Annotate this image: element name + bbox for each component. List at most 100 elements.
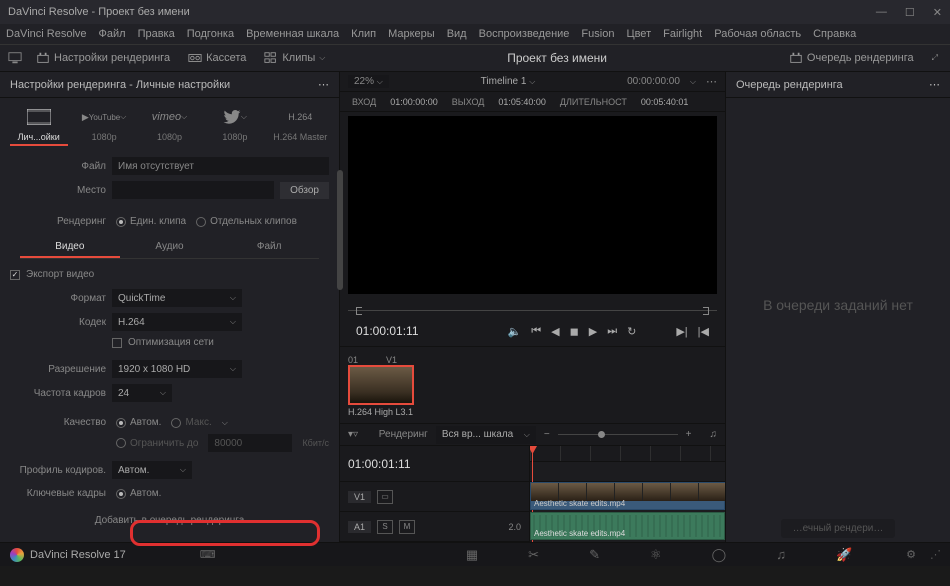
minimize-button[interactable]: — xyxy=(876,6,887,19)
codec-select[interactable]: H.264⌵ xyxy=(112,313,242,331)
zoom-plus-icon[interactable]: + xyxy=(686,429,692,440)
format-select[interactable]: QuickTime⌵ xyxy=(112,289,242,307)
keyframes-auto-radio[interactable]: Автом. xyxy=(116,488,161,499)
start-render-button[interactable]: …ечный рендери… xyxy=(781,519,896,538)
stop-button[interactable]: ◼ xyxy=(570,325,579,338)
menu-file[interactable]: Файл xyxy=(99,28,126,40)
menu-app[interactable]: DaVinci Resolve xyxy=(6,28,87,40)
media-page-icon[interactable]: ▦ xyxy=(466,547,478,563)
netopt-checkbox[interactable] xyxy=(112,338,122,348)
filename-input[interactable] xyxy=(112,157,329,175)
limit-input[interactable] xyxy=(208,434,292,452)
loop-button[interactable]: ↻ xyxy=(627,325,636,338)
resolution-select[interactable]: 1920 x 1080 HD⌵ xyxy=(112,360,242,378)
audio-clip[interactable]: Aesthetic skate edits.mp4 xyxy=(530,512,725,540)
volume-icon[interactable]: 🔈 xyxy=(508,325,522,338)
menu-view[interactable]: Вид xyxy=(447,28,467,40)
fps-select[interactable]: 24⌵ xyxy=(112,384,172,402)
menu-playback[interactable]: Воспроизведение xyxy=(479,28,570,40)
tc-menu-icon[interactable]: ⌵ xyxy=(690,77,696,87)
fairlight-page-icon[interactable]: ♫ xyxy=(776,547,786,563)
zoom-select[interactable]: 22% ⌵ xyxy=(348,75,389,88)
tab-audio[interactable]: Аудио xyxy=(120,237,220,258)
prev-clip-button[interactable]: |◀ xyxy=(698,325,709,338)
clips-button[interactable]: Клипы ⌵ xyxy=(260,49,329,67)
location-input[interactable] xyxy=(112,181,274,199)
in-point-icon[interactable] xyxy=(356,307,362,315)
menu-workspace[interactable]: Рабочая область xyxy=(714,28,801,40)
render-multi-radio[interactable]: Отдельных клипов xyxy=(196,216,297,227)
menu-color[interactable]: Цвет xyxy=(626,28,651,40)
keyboard-icon[interactable]: ⌨ xyxy=(200,548,216,561)
clip-thumbnail[interactable] xyxy=(348,365,414,405)
fusion-page-icon[interactable]: ⚛ xyxy=(650,547,662,563)
menu-clip[interactable]: Клип xyxy=(351,28,376,40)
first-frame-button[interactable]: ⏮ xyxy=(531,325,541,338)
tc-display[interactable]: 00:00:00:00 xyxy=(627,76,680,87)
quality-max-radio[interactable]: Макс. xyxy=(171,417,211,428)
preset-twitter[interactable]: ⌵ xyxy=(206,108,264,126)
left-scroll-thumb[interactable] xyxy=(337,170,343,290)
scrub-bar[interactable] xyxy=(348,306,717,316)
add-to-render-queue-button[interactable]: Добавить в очередь рендеринга xyxy=(79,509,261,532)
play-button[interactable]: ▶ xyxy=(589,325,597,338)
expand-button[interactable]: ⤢ xyxy=(928,51,942,65)
quality-auto-radio[interactable]: Автом. xyxy=(116,417,161,428)
preset-custom[interactable] xyxy=(10,108,68,126)
maximize-button[interactable]: ☐ xyxy=(905,6,915,19)
rewind-button[interactable]: ◀ xyxy=(551,325,559,338)
deliver-page-icon[interactable]: 🚀 xyxy=(836,547,852,563)
ffwd-button[interactable]: ⏭ xyxy=(607,325,617,338)
close-button[interactable]: ✕ xyxy=(933,6,942,19)
resize-grip-icon[interactable]: ⋰ xyxy=(930,548,940,561)
menu-fairlight[interactable]: Fairlight xyxy=(663,28,702,40)
menu-help[interactable]: Справка xyxy=(813,28,856,40)
color-page-icon[interactable]: ◯ xyxy=(712,547,727,563)
quality-limit-radio[interactable]: Ограничить до xyxy=(116,438,198,449)
out-point-icon[interactable] xyxy=(703,307,709,315)
queue-panel-menu-icon[interactable]: ⋯ xyxy=(929,78,940,91)
markers-toggle-icon[interactable]: ▾▿ xyxy=(348,429,358,440)
cut-page-icon[interactable]: ✂ xyxy=(528,547,539,563)
menu-markers[interactable]: Маркеры xyxy=(388,28,435,40)
render-settings-button[interactable]: Настройки рендеринга xyxy=(32,49,174,67)
zoom-minus-icon[interactable]: − xyxy=(544,429,550,440)
menu-timeline[interactable]: Временная шкала xyxy=(246,28,339,40)
menu-fusion[interactable]: Fusion xyxy=(581,28,614,40)
next-clip-button[interactable]: ▶| xyxy=(676,325,687,338)
v1-disable-button[interactable]: ▭ xyxy=(377,490,393,504)
a1-solo-button[interactable]: S xyxy=(377,520,393,534)
tab-video[interactable]: Видео xyxy=(20,237,120,258)
a1-track-label[interactable]: A1 xyxy=(348,521,371,533)
browse-button[interactable]: Обзор xyxy=(280,182,329,199)
quality-label: Качество xyxy=(10,417,106,428)
render-queue-button[interactable]: Очередь рендеринга xyxy=(785,49,918,67)
timeline-ruler[interactable] xyxy=(530,446,725,462)
preset-youtube[interactable]: ▶ YouTube ⌵ xyxy=(75,108,133,126)
preset-h264[interactable]: H.264 xyxy=(271,108,329,126)
viewer-menu-icon[interactable]: ⋯ xyxy=(706,75,717,88)
a1-mute-button[interactable]: M xyxy=(399,520,415,534)
export-video-checkbox[interactable]: ✓ xyxy=(10,270,20,280)
music-icon[interactable]: ♫ xyxy=(710,429,718,440)
preset-vimeo[interactable]: vimeo ⌵ xyxy=(140,108,198,126)
panel-menu-icon[interactable]: ⋯ xyxy=(318,78,329,91)
monitor-icon[interactable] xyxy=(8,51,22,65)
edit-page-icon[interactable]: ✎ xyxy=(589,547,600,563)
preset-twitter-sub: 1080p xyxy=(206,132,264,146)
tab-file[interactable]: Файл xyxy=(219,237,319,258)
menu-trim[interactable]: Подгонка xyxy=(187,28,234,40)
menu-edit[interactable]: Правка xyxy=(138,28,175,40)
render-single-radio[interactable]: Един. клипа xyxy=(116,216,186,227)
format-label: Формат xyxy=(10,293,106,304)
in-label: ВХОД xyxy=(352,97,376,107)
tl-range-select[interactable]: Вся вр... шкала⌵ xyxy=(436,426,536,444)
v1-track-label[interactable]: V1 xyxy=(348,491,371,503)
video-clip[interactable]: Aesthetic skate edits.mp4 xyxy=(530,482,725,510)
zoom-slider[interactable] xyxy=(558,434,678,435)
profile-select[interactable]: Автом.⌵ xyxy=(112,461,192,479)
timeline-name-select[interactable]: Timeline 1 ⌵ xyxy=(399,76,617,87)
video-viewer[interactable] xyxy=(348,116,717,294)
tape-button[interactable]: Кассета xyxy=(184,49,250,67)
settings-icon[interactable]: ⚙ xyxy=(906,548,916,561)
